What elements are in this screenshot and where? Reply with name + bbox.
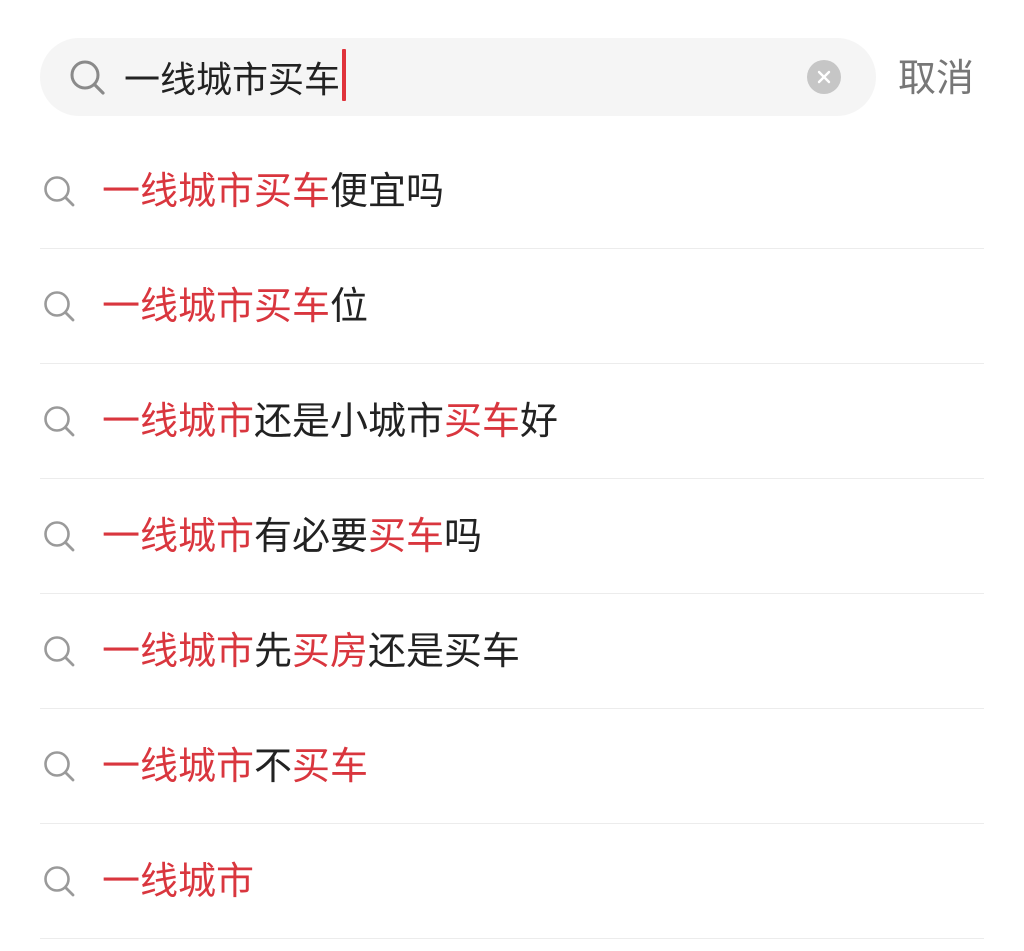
suggestion-item[interactable]: 一线城市 bbox=[40, 824, 984, 939]
suggestion-highlight: 一线城市买车 bbox=[102, 169, 331, 213]
suggestion-segment: 位 bbox=[330, 284, 369, 328]
suggestion-segment: 好 bbox=[520, 399, 559, 443]
suggestion-highlight: 一线城市 bbox=[102, 629, 255, 673]
suggestion-list: 一线城市买车便宜吗 一线城市买车位 一线城市还是小城市买车好 一线城市有必要买车吗 一线… bbox=[40, 134, 984, 939]
search-icon bbox=[44, 521, 75, 552]
suggestion-highlight: 买房 bbox=[292, 629, 369, 673]
suggestion-segment: 有必要 bbox=[254, 514, 369, 558]
suggestion-item[interactable]: 一线城市买车位 bbox=[40, 249, 984, 364]
search-icon bbox=[70, 60, 105, 95]
suggestion-highlight: 买车 bbox=[444, 399, 521, 443]
suggestion-item[interactable]: 一线城市不买车 bbox=[40, 709, 984, 824]
suggestion-segment: 先 bbox=[254, 629, 293, 673]
search-icon bbox=[44, 751, 75, 782]
suggestion-highlight: 买车 bbox=[292, 744, 369, 788]
suggestion-text: 一线城市还是小城市买车好 bbox=[102, 391, 558, 451]
suggestion-text: 一线城市买车便宜吗 bbox=[102, 161, 444, 221]
search-icon bbox=[44, 866, 75, 897]
suggestion-item[interactable]: 一线城市有必要买车吗 bbox=[40, 479, 984, 594]
suggestion-text: 一线城市有必要买车吗 bbox=[102, 506, 482, 566]
text-caret bbox=[342, 49, 346, 101]
suggestion-text: 一线城市 bbox=[102, 851, 254, 911]
suggestion-text: 一线城市买车位 bbox=[102, 276, 368, 336]
suggestion-segment: 还是买车 bbox=[368, 629, 521, 673]
suggestion-highlight: 一线城市买车 bbox=[102, 284, 331, 328]
suggestion-segment: 还是小城市 bbox=[254, 399, 445, 443]
search-icon bbox=[44, 176, 75, 207]
suggestion-item[interactable]: 一线城市还是小城市买车好 bbox=[40, 364, 984, 479]
suggestion-highlight: 一线城市 bbox=[102, 859, 255, 903]
search-input[interactable] bbox=[124, 47, 764, 107]
suggestion-highlight: 一线城市 bbox=[102, 744, 255, 788]
suggestion-text: 一线城市先买房还是买车 bbox=[102, 621, 520, 681]
search-bar[interactable] bbox=[40, 38, 876, 116]
clear-button[interactable] bbox=[807, 60, 841, 94]
suggestion-highlight: 一线城市 bbox=[102, 399, 255, 443]
search-icon bbox=[44, 636, 75, 667]
suggestion-segment: 便宜吗 bbox=[330, 169, 445, 213]
cancel-button[interactable]: 取消 bbox=[898, 48, 974, 108]
suggestion-segment: 吗 bbox=[444, 514, 483, 558]
clear-icon bbox=[817, 70, 831, 84]
search-icon bbox=[44, 406, 75, 437]
suggestion-item[interactable]: 一线城市买车便宜吗 bbox=[40, 134, 984, 249]
suggestion-highlight: 买车 bbox=[368, 514, 445, 558]
suggestion-segment: 不 bbox=[254, 744, 293, 788]
search-icon bbox=[44, 291, 75, 322]
suggestion-item[interactable]: 一线城市先买房还是买车 bbox=[40, 594, 984, 709]
suggestion-highlight: 一线城市 bbox=[102, 514, 255, 558]
suggestion-text: 一线城市不买车 bbox=[102, 736, 368, 796]
